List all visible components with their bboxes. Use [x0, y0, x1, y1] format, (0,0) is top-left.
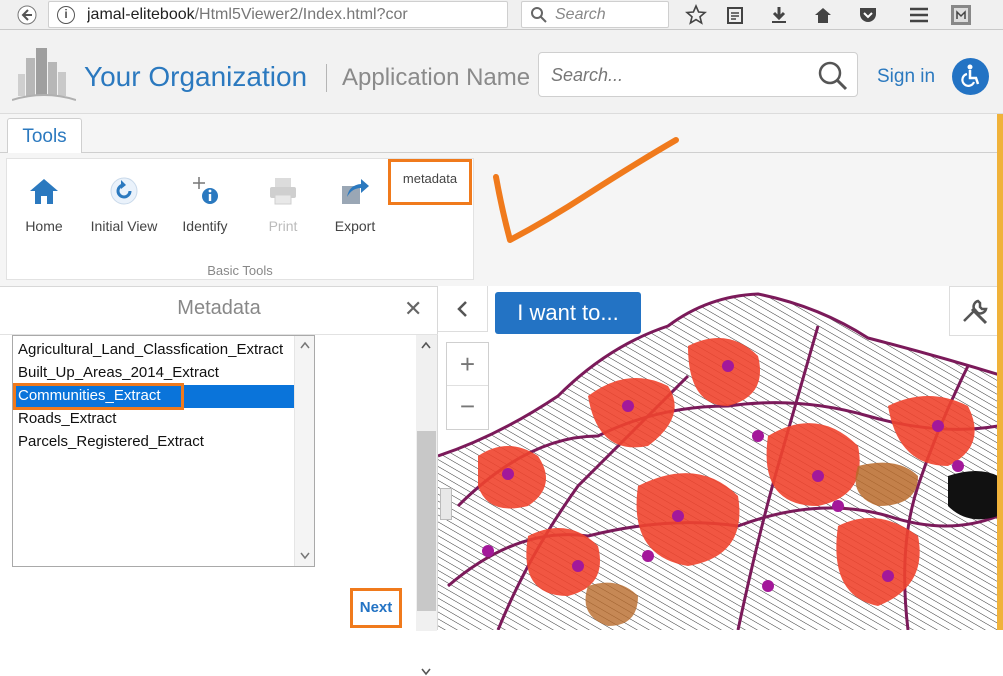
browser-search-box[interactable]: Search	[521, 1, 669, 28]
app-search-input[interactable]: Search...	[538, 52, 858, 97]
scroll-down-icon[interactable]	[300, 552, 310, 560]
zoom-in-button[interactable]: +	[447, 343, 488, 386]
wheelchair-icon	[961, 64, 980, 87]
scrollbar-thumb[interactable]	[417, 431, 436, 611]
export-label: Export	[334, 218, 376, 234]
print-button[interactable]: Print	[243, 173, 323, 243]
list-item[interactable]: Roads_Extract	[15, 408, 294, 431]
panel-resize-handle[interactable]	[440, 488, 452, 520]
identify-button[interactable]: Identify	[165, 173, 245, 243]
ribbon-group-label: Basic Tools	[207, 263, 273, 278]
list-item[interactable]: Agricultural_Land_Classfication_Extract	[15, 339, 294, 362]
zoom-control: + −	[446, 342, 489, 430]
zoom-out-button[interactable]: −	[447, 386, 488, 429]
refresh-icon	[110, 177, 138, 205]
identify-icon	[193, 177, 218, 204]
collapse-panel-button[interactable]	[438, 286, 488, 332]
hamburger-icon	[910, 7, 928, 23]
initial-view-label: Initial View	[90, 218, 158, 234]
download-icon	[772, 7, 786, 23]
scroll-down-icon[interactable]	[421, 668, 431, 676]
scroll-up-icon[interactable]	[421, 341, 431, 349]
layer-list[interactable]: Agricultural_Land_Classfication_Extract …	[12, 335, 315, 567]
app-header: Your Organization Application Name Searc…	[0, 30, 1003, 114]
organization-logo-icon	[12, 48, 76, 101]
menu-button[interactable]	[906, 2, 932, 28]
downloads-button[interactable]	[766, 2, 792, 28]
map-tools-button[interactable]	[949, 286, 1003, 336]
checkmark-annotation-icon	[493, 137, 679, 243]
identify-label: Identify	[182, 218, 228, 234]
i-want-to-button[interactable]: I want to...	[495, 292, 641, 334]
initial-view-button[interactable]: Initial View	[84, 173, 164, 243]
next-button[interactable]: Next	[350, 588, 402, 628]
bookmark-star-button[interactable]	[683, 2, 709, 28]
accessibility-button[interactable]	[952, 58, 989, 95]
reader-view-button[interactable]	[722, 2, 748, 28]
extension-button[interactable]	[948, 2, 974, 28]
home-browser-button[interactable]	[810, 2, 836, 28]
browser-search-placeholder: Search	[555, 6, 606, 23]
wrench-screwdriver-icon	[963, 299, 988, 325]
house-icon	[815, 8, 831, 23]
clipboard-icon	[727, 7, 743, 24]
selection-annotation-box	[13, 383, 184, 410]
header-divider	[326, 64, 327, 92]
search-icon	[531, 7, 547, 23]
metadata-button-label: metadata	[402, 171, 458, 186]
url-text[interactable]: jamal-elitebook/Html5Viewer2/Index.html?…	[87, 6, 497, 24]
metadata-button[interactable]: metadata	[388, 159, 472, 205]
tab-tools[interactable]: Tools	[7, 118, 82, 153]
panel-title: Metadata	[177, 297, 261, 319]
organization-name: Your Organization	[84, 61, 308, 92]
ribbon: Tools Home Initial View Identify Print E…	[0, 114, 1003, 286]
back-button[interactable]	[12, 0, 42, 30]
star-icon	[685, 4, 707, 25]
home-icon	[30, 179, 58, 204]
list-item[interactable]: Built_Up_Areas_2014_Extract	[15, 362, 294, 385]
pocket-button[interactable]	[855, 2, 881, 28]
back-arrow-icon	[17, 5, 37, 25]
sign-in-link[interactable]: Sign in	[877, 66, 935, 88]
printer-icon	[270, 178, 296, 205]
extension-icon	[951, 5, 971, 25]
print-label: Print	[268, 218, 298, 234]
chevron-left-icon	[457, 301, 467, 317]
list-scrollbar[interactable]	[294, 336, 314, 566]
search-icon[interactable]	[817, 60, 849, 92]
map-view[interactable]: I want to... + −	[438, 286, 1003, 630]
home-button[interactable]: Home	[4, 173, 84, 243]
export-button[interactable]: Export	[315, 173, 395, 243]
pocket-icon	[860, 8, 876, 22]
info-icon[interactable]: i	[57, 6, 75, 24]
browser-toolbar: i jamal-elitebook/Html5Viewer2/Index.htm…	[0, 0, 1003, 30]
close-icon[interactable]: ✕	[404, 296, 422, 322]
window-edge-strip	[997, 114, 1003, 630]
url-bar[interactable]: i jamal-elitebook/Html5Viewer2/Index.htm…	[48, 1, 546, 28]
export-icon	[342, 179, 369, 204]
metadata-panel: Metadata ✕ Agricultural_Land_Classficati…	[0, 286, 438, 676]
map-layers-image[interactable]	[438, 286, 1003, 630]
home-button-label: Home	[25, 218, 63, 234]
scroll-up-icon[interactable]	[300, 341, 310, 349]
application-name: Application Name	[342, 64, 531, 91]
panel-scrollbar[interactable]	[416, 335, 437, 676]
app-search-placeholder: Search...	[551, 65, 624, 85]
list-item[interactable]: Parcels_Registered_Extract	[15, 431, 294, 454]
